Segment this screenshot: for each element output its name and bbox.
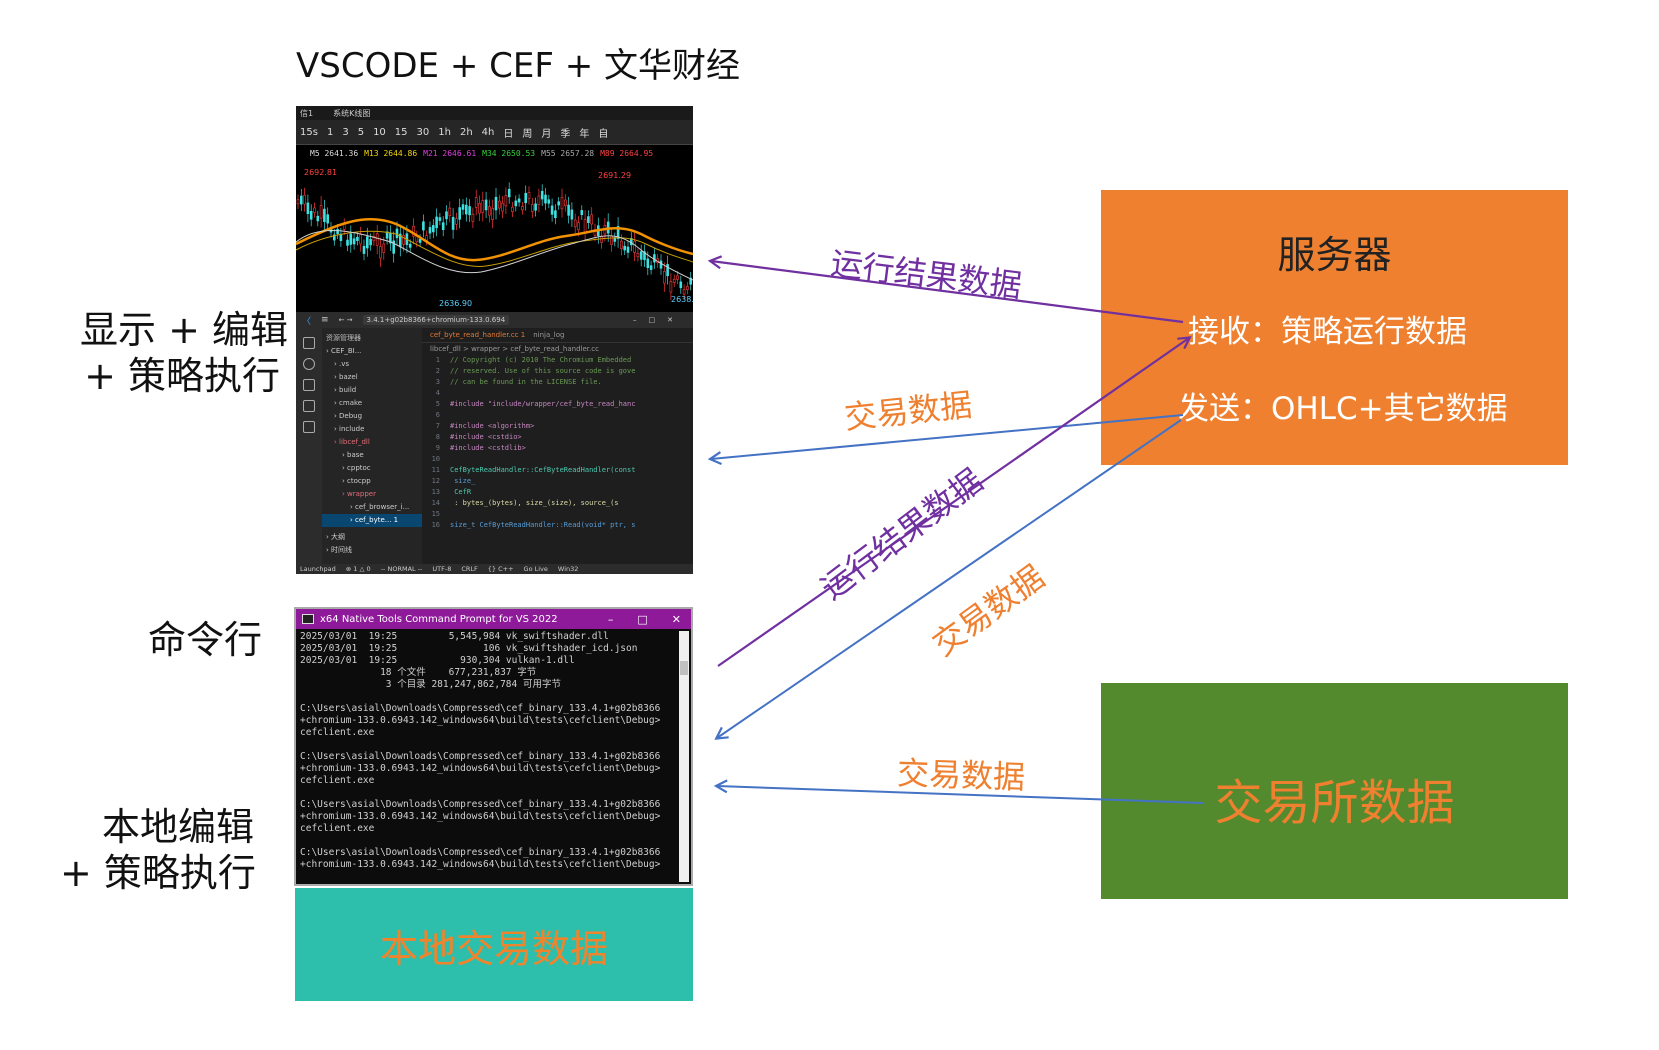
label-trade-data-bottom: 交易数据: [896, 753, 1026, 797]
arrows-layer: [0, 0, 1204, 804]
